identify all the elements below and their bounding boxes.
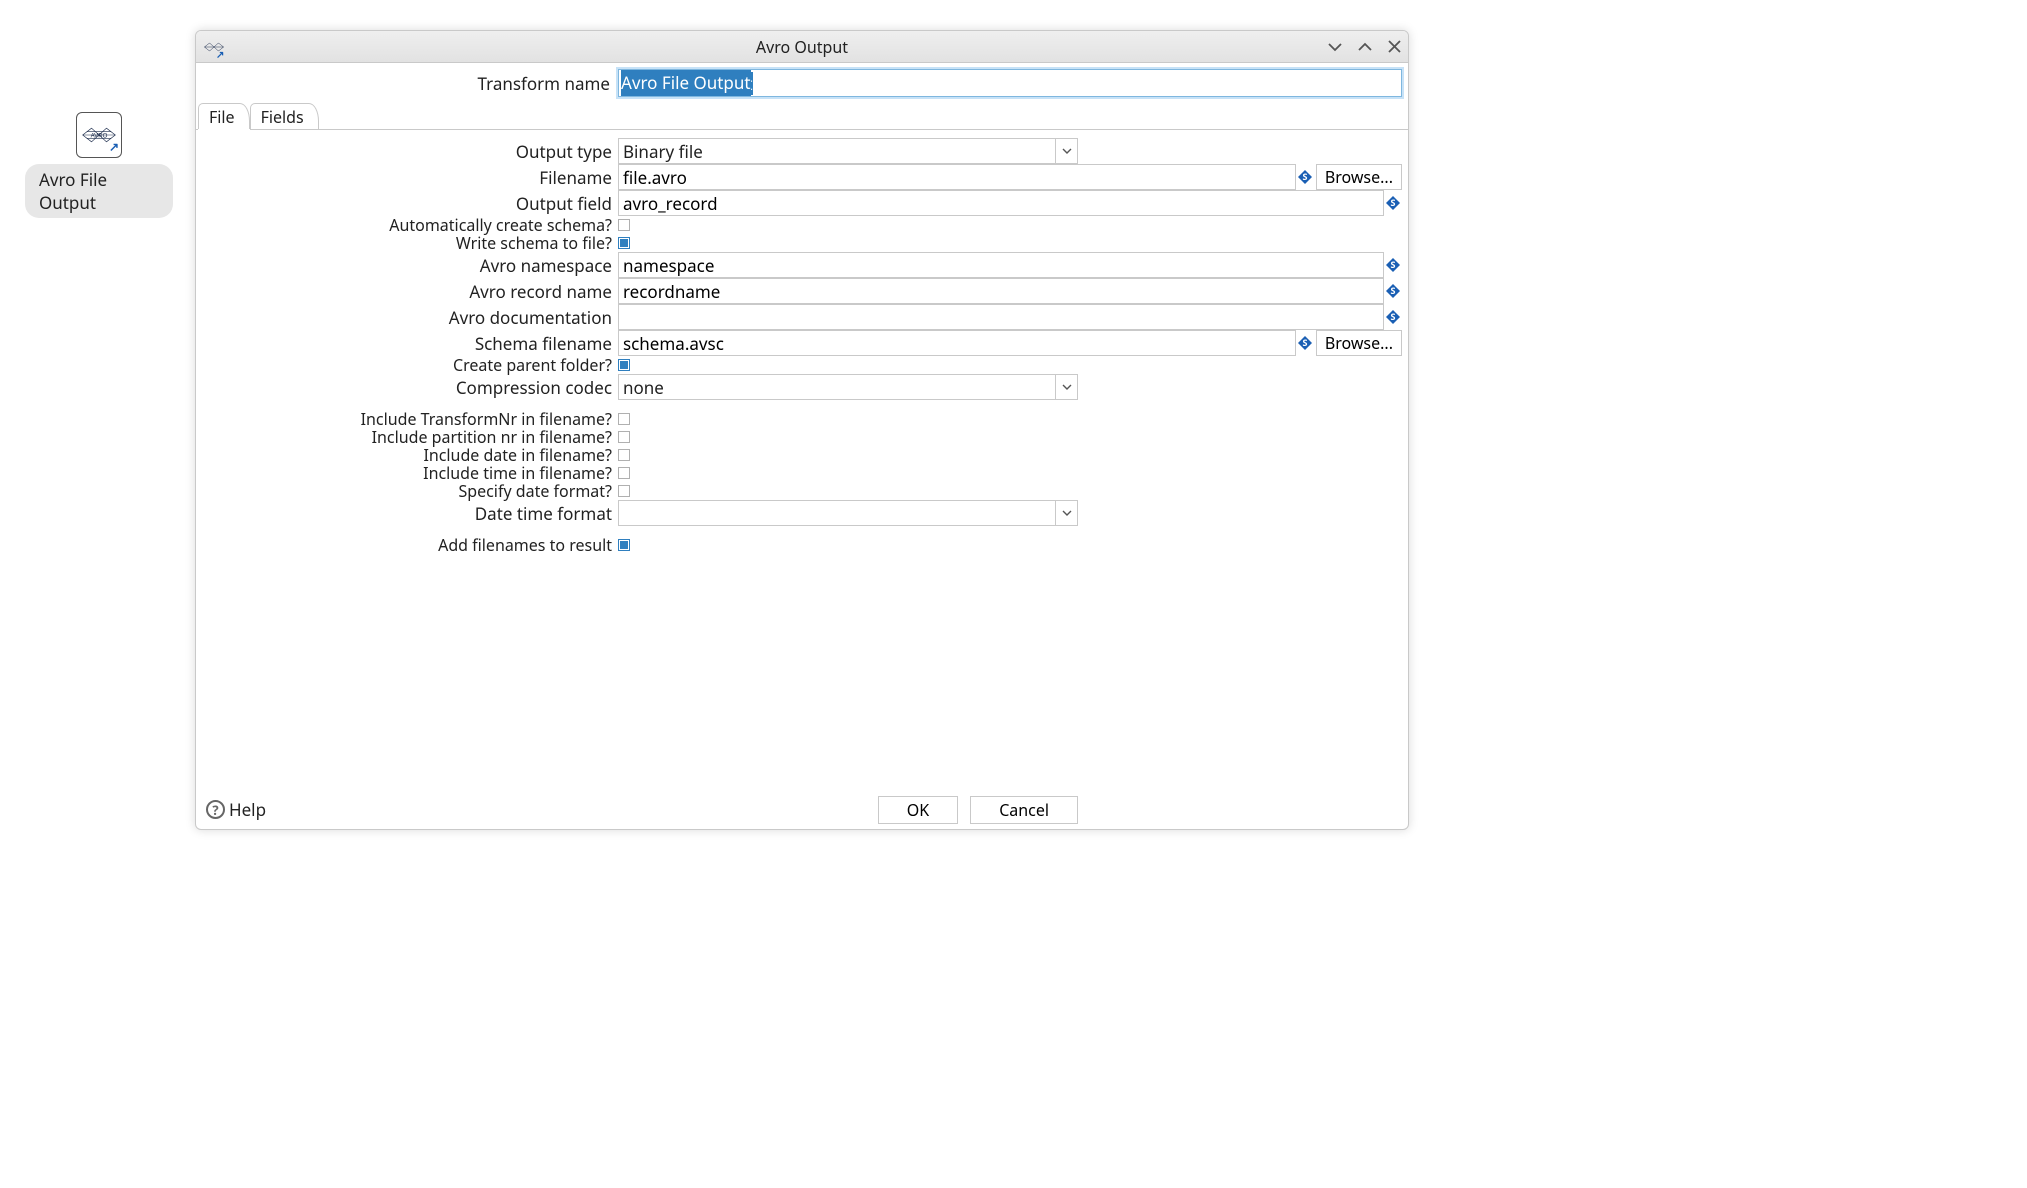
add-filenames-result-label: Add filenames to result <box>202 537 618 553</box>
specify-date-format-checkbox[interactable] <box>618 485 630 497</box>
variable-diamond-icon[interactable]: S <box>1386 258 1400 272</box>
svg-text:S: S <box>1391 258 1396 271</box>
tab-strip: File Fields <box>196 104 1408 130</box>
variable-diamond-icon[interactable]: S <box>1386 284 1400 298</box>
output-type-select[interactable]: Binary file <box>618 138 1078 164</box>
output-field-input[interactable] <box>618 190 1384 216</box>
canvas-node-icon[interactable]: AVRO ↗ <box>76 112 122 158</box>
include-partition-nr-checkbox[interactable] <box>618 431 630 443</box>
tab-fields[interactable]: Fields <box>250 103 319 129</box>
filename-browse-button[interactable]: Browse... <box>1316 164 1402 190</box>
transform-name-input[interactable] <box>618 69 1402 97</box>
minimize-icon[interactable] <box>1327 39 1343 55</box>
output-field-label: Output field <box>202 192 618 215</box>
filename-input[interactable] <box>618 164 1296 190</box>
svg-text:S: S <box>1391 284 1396 297</box>
include-date-checkbox[interactable] <box>618 449 630 461</box>
avro-namespace-label: Avro namespace <box>202 254 618 277</box>
canvas-node-avro-output[interactable]: AVRO ↗ Avro File Output <box>25 112 173 218</box>
schema-filename-browse-button[interactable]: Browse... <box>1316 330 1402 356</box>
add-filenames-result-checkbox[interactable] <box>618 539 630 551</box>
transform-name-row: Transform name Avro File Output <box>196 63 1408 104</box>
auto-schema-label: Automatically create schema? <box>202 217 618 233</box>
svg-text:AVRO: AVRO <box>91 133 108 140</box>
variable-diamond-icon[interactable]: S <box>1386 196 1400 210</box>
arrow-icon: ↗ <box>109 138 119 155</box>
variable-diamond-icon[interactable]: S <box>1386 310 1400 324</box>
chevron-down-icon[interactable] <box>1055 139 1077 163</box>
schema-filename-input[interactable] <box>618 330 1296 356</box>
auto-schema-checkbox[interactable] <box>618 219 630 231</box>
tab-file[interactable]: File <box>198 103 250 129</box>
output-type-label: Output type <box>202 140 618 163</box>
ok-button[interactable]: OK <box>878 796 958 824</box>
specify-date-format-label: Specify date format? <box>202 483 618 499</box>
compression-codec-label: Compression codec <box>202 376 618 399</box>
avro-namespace-input[interactable] <box>618 252 1384 278</box>
compression-codec-select[interactable]: none <box>618 374 1078 400</box>
dialog-title: Avro Output <box>196 36 1408 58</box>
avro-documentation-label: Avro documentation <box>202 306 618 329</box>
dialog-button-bar: ? Help OK Cancel <box>196 789 1408 829</box>
include-date-label: Include date in filename? <box>202 447 618 463</box>
svg-text:S: S <box>1302 170 1307 183</box>
date-time-format-label: Date time format <box>202 502 618 525</box>
chevron-down-icon[interactable] <box>1055 501 1077 525</box>
date-time-format-value <box>619 501 1055 525</box>
write-schema-file-checkbox[interactable] <box>618 237 630 249</box>
avro-documentation-input[interactable] <box>618 304 1384 330</box>
chevron-down-icon[interactable] <box>1055 375 1077 399</box>
filename-label: Filename <box>202 166 618 189</box>
titlebar[interactable]: ↗ Avro Output <box>196 31 1408 63</box>
compression-codec-value: none <box>619 375 1055 399</box>
include-time-label: Include time in filename? <box>202 465 618 481</box>
cancel-button[interactable]: Cancel <box>970 796 1078 824</box>
svg-text:S: S <box>1302 336 1307 349</box>
include-transform-nr-label: Include TransformNr in filename? <box>202 411 618 427</box>
maximize-icon[interactable] <box>1357 39 1373 55</box>
include-transform-nr-checkbox[interactable] <box>618 413 630 425</box>
include-time-checkbox[interactable] <box>618 467 630 479</box>
date-time-format-select[interactable] <box>618 500 1078 526</box>
svg-text:S: S <box>1391 310 1396 323</box>
avro-record-name-input[interactable] <box>618 278 1384 304</box>
help-label: Help <box>229 798 266 821</box>
arrow-icon: ↗ <box>216 47 224 61</box>
question-icon: ? <box>206 800 225 819</box>
help-button[interactable]: ? Help <box>206 798 266 821</box>
output-type-value: Binary file <box>619 139 1055 163</box>
create-parent-folder-checkbox[interactable] <box>618 359 630 371</box>
variable-diamond-icon[interactable]: S <box>1298 336 1312 350</box>
avro-record-name-label: Avro record name <box>202 280 618 303</box>
avro-output-dialog: ↗ Avro Output Transform name Avro File O… <box>195 30 1409 830</box>
close-icon[interactable] <box>1387 39 1402 55</box>
include-partition-nr-label: Include partition nr in filename? <box>202 429 618 445</box>
schema-filename-label: Schema filename <box>202 332 618 355</box>
svg-text:S: S <box>1391 196 1396 209</box>
variable-diamond-icon[interactable]: S <box>1298 170 1312 184</box>
transform-name-label: Transform name <box>202 72 618 95</box>
create-parent-folder-label: Create parent folder? <box>202 357 618 373</box>
file-tab-form: Output type Binary file Filename S Bro <box>196 130 1408 789</box>
write-schema-file-label: Write schema to file? <box>202 235 618 251</box>
canvas-node-label: Avro File Output <box>25 164 173 218</box>
